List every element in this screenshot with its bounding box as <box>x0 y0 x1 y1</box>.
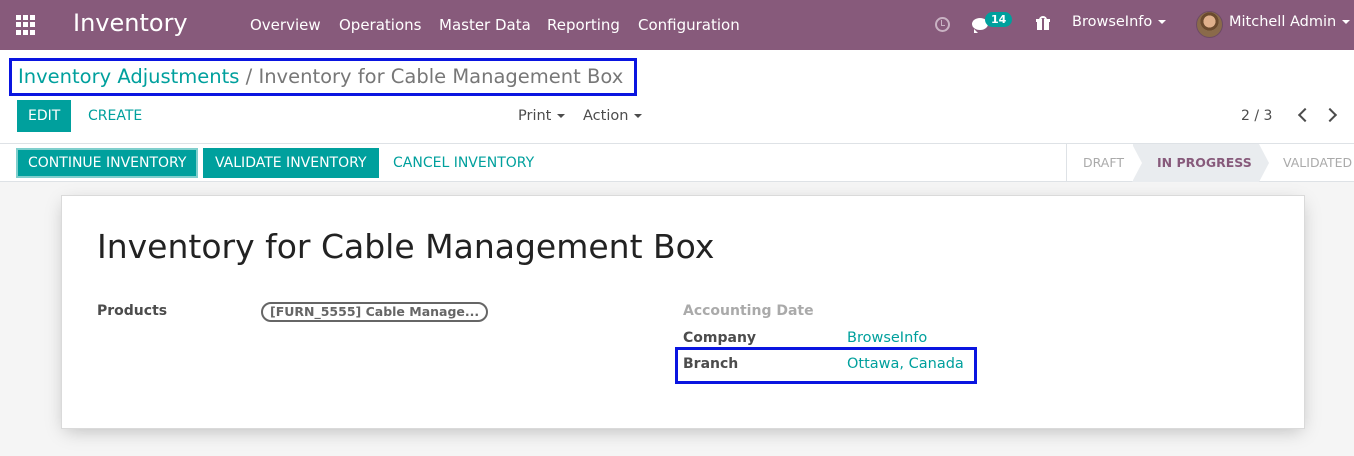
chevron-down-icon <box>1342 20 1351 24</box>
messages-count-badge: 14 <box>985 12 1013 27</box>
create-button[interactable]: CREATE <box>77 100 153 132</box>
control-panel: Inventory Adjustments / Inventory for Ca… <box>0 50 1354 144</box>
branch-value-link[interactable]: Ottawa, Canada <box>847 356 964 372</box>
print-dropdown[interactable]: Print <box>518 108 566 124</box>
activity-clock-icon[interactable] <box>935 17 950 32</box>
gift-icon[interactable] <box>1036 16 1050 30</box>
chevron-down-icon <box>557 114 566 118</box>
branch-label: Branch <box>683 356 739 372</box>
company-label: Company <box>683 330 757 346</box>
edit-button[interactable]: EDIT <box>17 100 72 132</box>
company-switcher[interactable]: BrowseInfo <box>1072 14 1167 30</box>
products-label: Products <box>97 303 168 319</box>
action-label: Action <box>583 108 629 124</box>
record-title: Inventory for Cable Management Box <box>97 227 715 266</box>
chevron-down-icon <box>634 114 643 118</box>
product-tag[interactable]: [FURN_5555] Cable Manage... <box>261 302 489 322</box>
company-name: BrowseInfo <box>1072 14 1153 30</box>
validate-inventory-button[interactable]: VALIDATE INVENTORY <box>203 148 379 178</box>
menu-overview[interactable]: Overview <box>250 16 321 34</box>
chevron-down-icon <box>1158 20 1167 24</box>
state-in-progress: IN PROGRESS <box>1132 144 1269 182</box>
menu-configuration[interactable]: Configuration <box>638 16 740 34</box>
form-sheet: Inventory for Cable Management Box Produ… <box>61 195 1305 429</box>
user-avatar[interactable] <box>1196 11 1223 38</box>
top-navbar: Inventory Overview Operations Master Dat… <box>0 0 1354 50</box>
cancel-inventory-button[interactable]: CANCEL INVENTORY <box>381 148 546 178</box>
statusbar: CONTINUE INVENTORY VALIDATE INVENTORY CA… <box>0 144 1354 182</box>
state-validated: VALIDATED <box>1283 155 1353 170</box>
company-value-link[interactable]: BrowseInfo <box>847 330 927 346</box>
pager-value[interactable]: 2 / 3 <box>1241 108 1272 124</box>
breadcrumb-parent-link[interactable]: Inventory Adjustments <box>18 65 239 88</box>
breadcrumb-separator: / <box>245 65 253 88</box>
app-title[interactable]: Inventory <box>73 9 188 37</box>
user-menu[interactable]: Mitchell Admin <box>1229 14 1351 30</box>
menu-master-data[interactable]: Master Data <box>439 16 531 34</box>
action-dropdown[interactable]: Action <box>583 108 643 124</box>
menu-operations[interactable]: Operations <box>339 16 421 34</box>
breadcrumb-current: Inventory for Cable Management Box <box>258 65 624 88</box>
print-label: Print <box>518 108 552 124</box>
breadcrumb: Inventory Adjustments / Inventory for Ca… <box>9 58 637 96</box>
user-name: Mitchell Admin <box>1229 14 1337 30</box>
menu-reporting[interactable]: Reporting <box>547 16 620 34</box>
state-draft: DRAFT <box>1083 155 1124 170</box>
previous-record-icon[interactable] <box>1297 107 1313 123</box>
status-steps: DRAFT IN PROGRESS VALIDATED <box>1066 144 1354 182</box>
accounting-date-label: Accounting Date <box>683 303 814 319</box>
next-record-icon[interactable] <box>1322 107 1338 123</box>
apps-menu-icon[interactable] <box>16 15 36 35</box>
continue-inventory-button[interactable]: CONTINUE INVENTORY <box>16 148 199 178</box>
